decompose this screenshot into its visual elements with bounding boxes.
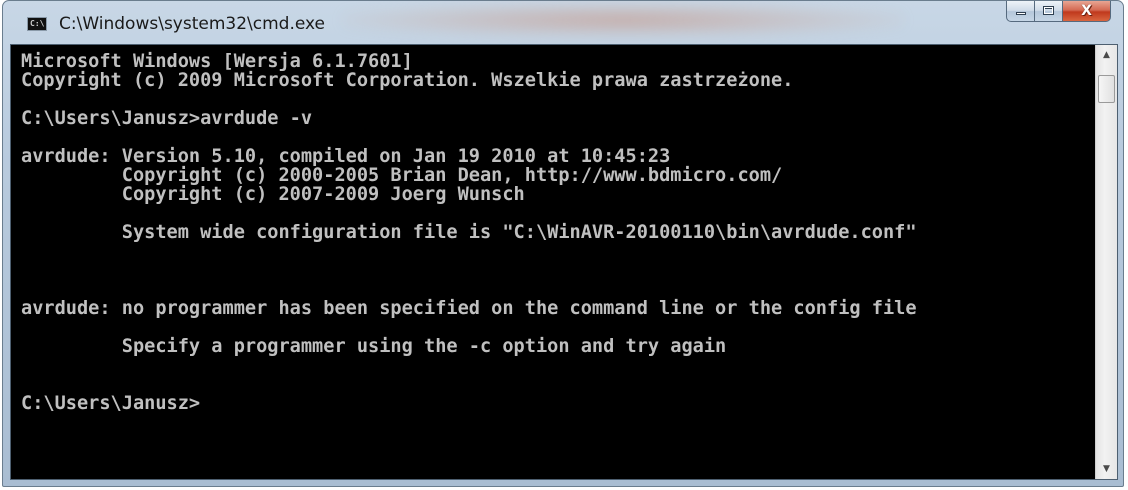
minimize-icon [1016, 12, 1026, 15]
title-bar[interactable]: C:\ C:\Windows\system32\cmd.exe X [3, 1, 1123, 43]
cmd-icon-text: C:\ [30, 19, 45, 28]
caption-buttons: X [1006, 1, 1111, 23]
scroll-up-icon[interactable]: ▲ [1096, 45, 1117, 65]
close-icon: X [1081, 3, 1092, 19]
scroll-down-icon[interactable]: ▼ [1096, 459, 1117, 479]
maximize-icon [1043, 6, 1054, 15]
console-area[interactable]: Microsoft Windows [Wersja 6.1.7601] Copy… [10, 44, 1118, 480]
maximize-button[interactable] [1035, 1, 1063, 22]
minimize-button[interactable] [1006, 1, 1035, 22]
window-title: C:\Windows\system32\cmd.exe [59, 14, 326, 34]
cmd-window: C:\ C:\Windows\system32\cmd.exe X Micros… [2, 0, 1124, 487]
console-output[interactable]: Microsoft Windows [Wersja 6.1.7601] Copy… [11, 45, 1095, 479]
close-button[interactable]: X [1063, 1, 1111, 22]
console-text: Microsoft Windows [Wersja 6.1.7601] Copy… [21, 51, 917, 414]
cmd-icon[interactable]: C:\ [27, 17, 47, 31]
scrollbar-thumb[interactable] [1098, 75, 1115, 103]
vertical-scrollbar[interactable]: ▲ ▼ [1095, 45, 1117, 479]
